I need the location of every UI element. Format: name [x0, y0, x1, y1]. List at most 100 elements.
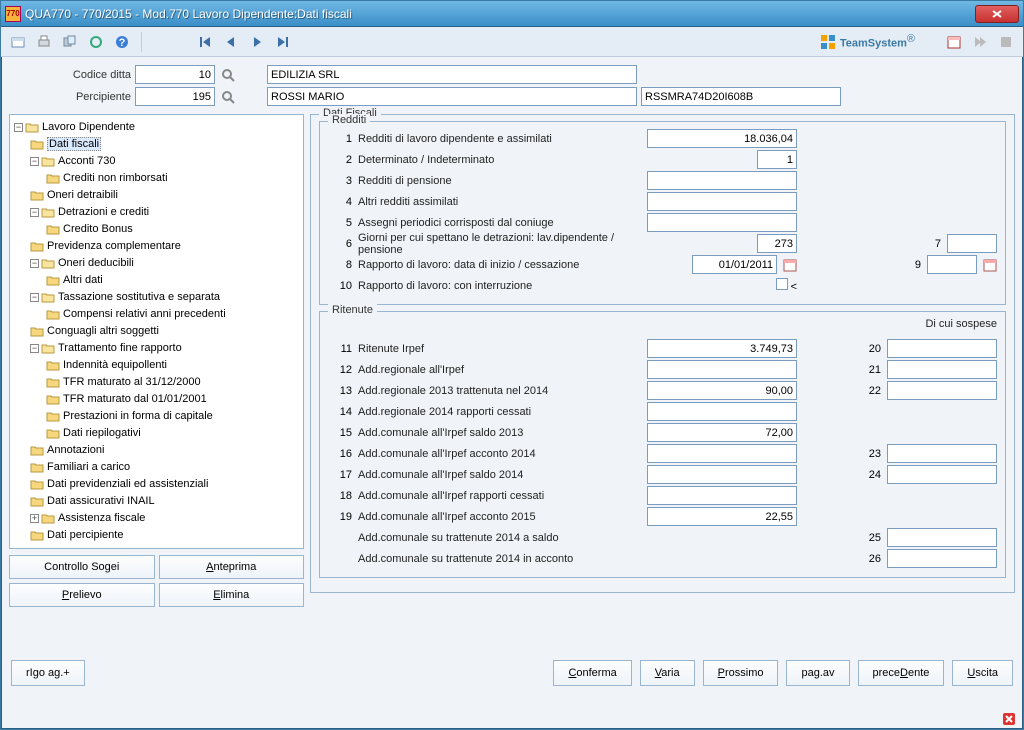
controllo-sogei-button[interactable]: Controllo Sogei — [9, 555, 155, 579]
pagav-button[interactable]: pag.av — [786, 660, 849, 686]
field-input[interactable] — [647, 465, 797, 484]
side-field-input[interactable] — [927, 255, 977, 274]
tree-item[interactable]: Compensi relativi anni precedenti — [63, 308, 226, 320]
field-input[interactable] — [647, 444, 797, 463]
lookup-percipiente-icon[interactable] — [219, 88, 237, 106]
tree-item[interactable]: Annotazioni — [47, 444, 105, 456]
tree-item[interactable]: Dati previdenziali ed assistenziali — [47, 478, 208, 490]
tree-item[interactable]: Detrazioni e crediti — [58, 206, 149, 218]
rigo-ag-button[interactable]: rIgo ag.+ — [11, 660, 85, 686]
nav-first-icon[interactable] — [194, 31, 216, 53]
percipiente-name-display — [267, 87, 637, 106]
checkbox-input[interactable] — [776, 278, 788, 290]
anteprima-button[interactable]: Anteprima — [159, 555, 305, 579]
copy-icon[interactable] — [59, 31, 81, 53]
window-title: QUA770 - 770/2015 - Mod.770 Lavoro Dipen… — [25, 7, 975, 21]
uscita-button[interactable]: Uscita — [952, 660, 1013, 686]
brand-logo: TeamSystem® — [820, 33, 915, 50]
side-field-input[interactable] — [887, 444, 997, 463]
field-input[interactable] — [647, 171, 797, 190]
conferma-button[interactable]: Conferma — [553, 660, 631, 686]
tree-item[interactable]: Dati percipiente — [47, 529, 123, 541]
tree-item[interactable]: Trattamento fine rapporto — [58, 342, 182, 354]
field-input[interactable] — [757, 150, 797, 169]
calendar-icon[interactable] — [943, 31, 965, 53]
tree-item[interactable]: Prestazioni in forma di capitale — [63, 410, 213, 422]
bottom-toolbar: rIgo ag.+ Conferma Varia Prossimo pag.av… — [1, 652, 1023, 694]
side-field-input[interactable] — [887, 339, 997, 358]
field-input[interactable] — [647, 423, 797, 442]
field-input[interactable] — [647, 360, 797, 379]
tree-item[interactable]: Tassazione sostitutiva e separata — [58, 291, 220, 303]
varia-button[interactable]: Varia — [640, 660, 695, 686]
tree-item[interactable]: Credito Bonus — [63, 223, 133, 235]
codice-ditta-input[interactable] — [135, 65, 215, 84]
nav-last-icon[interactable] — [272, 31, 294, 53]
field-input[interactable] — [757, 234, 797, 253]
di-cui-sospese-header: Di cui sospese — [807, 318, 997, 338]
lookup-ditta-icon[interactable] — [219, 66, 237, 84]
print-icon[interactable] — [33, 31, 55, 53]
stop-icon[interactable] — [995, 31, 1017, 53]
field-input[interactable] — [647, 192, 797, 211]
prelievo-button[interactable]: Prelievo — [9, 583, 155, 607]
tree-item[interactable]: Crediti non rimborsati — [63, 172, 168, 184]
precedente-button[interactable]: preceDente — [858, 660, 945, 686]
tree-item[interactable]: Dati assicurativi INAIL — [47, 495, 155, 507]
tree-item[interactable]: Previdenza complementare — [47, 240, 181, 252]
title-bar: 770 QUA770 - 770/2015 - Mod.770 Lavoro D… — [1, 1, 1023, 27]
tree-item[interactable]: Assistenza fiscale — [58, 512, 145, 524]
tree-item[interactable]: Oneri detraibili — [47, 189, 118, 201]
tree-item[interactable]: Altri dati — [63, 274, 103, 286]
side-field-input[interactable] — [947, 234, 997, 253]
open-icon[interactable] — [7, 31, 29, 53]
tree-root[interactable]: Lavoro Dipendente — [42, 121, 135, 133]
tree-item[interactable]: Familiari a carico — [47, 461, 130, 473]
nav-prev-icon[interactable] — [220, 31, 242, 53]
field-input[interactable] — [692, 255, 777, 274]
toolbar: ? TeamSystem® — [1, 27, 1023, 57]
ditta-name-display — [267, 65, 637, 84]
dati-fiscali-group: Dati Fiscali Redditi 1Redditi di lavoro … — [310, 114, 1015, 593]
percipiente-input[interactable] — [135, 87, 215, 106]
calendar-small-icon[interactable] — [783, 258, 797, 272]
codice-ditta-label: Codice ditta — [11, 69, 131, 81]
tree-item[interactable]: TFR maturato al 31/12/2000 — [63, 376, 201, 388]
app-icon: 770 — [5, 6, 21, 22]
field-input[interactable] — [647, 381, 797, 400]
tree-item[interactable]: Indennità equipollenti — [63, 359, 167, 371]
tree-item[interactable]: Conguagli altri soggetti — [47, 325, 159, 337]
tree-item[interactable]: Acconti 730 — [58, 155, 115, 167]
prossimo-button[interactable]: Prossimo — [703, 660, 779, 686]
calendar-small-icon[interactable] — [983, 258, 997, 272]
help-icon[interactable]: ? — [111, 31, 133, 53]
side-field-input[interactable] — [887, 549, 997, 568]
navigation-tree[interactable]: −Lavoro Dipendente Dati fiscali −Acconti… — [9, 114, 304, 549]
elimina-button[interactable]: Elimina — [159, 583, 305, 607]
nav-next-icon[interactable] — [246, 31, 268, 53]
forward-icon[interactable] — [969, 31, 991, 53]
field-input[interactable] — [647, 507, 797, 526]
redditi-legend: Redditi — [328, 114, 370, 126]
percipiente-cf-display — [641, 87, 841, 106]
tree-item[interactable]: TFR maturato dal 01/01/2001 — [63, 393, 207, 405]
field-input[interactable] — [647, 402, 797, 421]
percipiente-label: Percipiente — [11, 91, 131, 103]
refresh-icon[interactable] — [85, 31, 107, 53]
side-field-input[interactable] — [887, 528, 997, 547]
field-input[interactable] — [647, 339, 797, 358]
tree-item-dati-fiscali[interactable]: Dati fiscali — [47, 137, 101, 151]
close-icon — [991, 10, 1003, 18]
tree-item[interactable]: Oneri deducibili — [58, 257, 134, 269]
redditi-group: Redditi 1Redditi di lavoro dipendente e … — [319, 121, 1006, 305]
ritenute-group: Ritenute 11Ritenute Irpef12Add.regionale… — [319, 311, 1006, 578]
side-field-input[interactable] — [887, 465, 997, 484]
tree-item[interactable]: Dati riepilogativi — [63, 427, 141, 439]
side-field-input[interactable] — [887, 381, 997, 400]
ritenute-legend: Ritenute — [328, 304, 377, 316]
close-button[interactable] — [975, 5, 1019, 23]
field-input[interactable] — [647, 213, 797, 232]
side-field-input[interactable] — [887, 360, 997, 379]
field-input[interactable] — [647, 486, 797, 505]
field-input[interactable] — [647, 129, 797, 148]
